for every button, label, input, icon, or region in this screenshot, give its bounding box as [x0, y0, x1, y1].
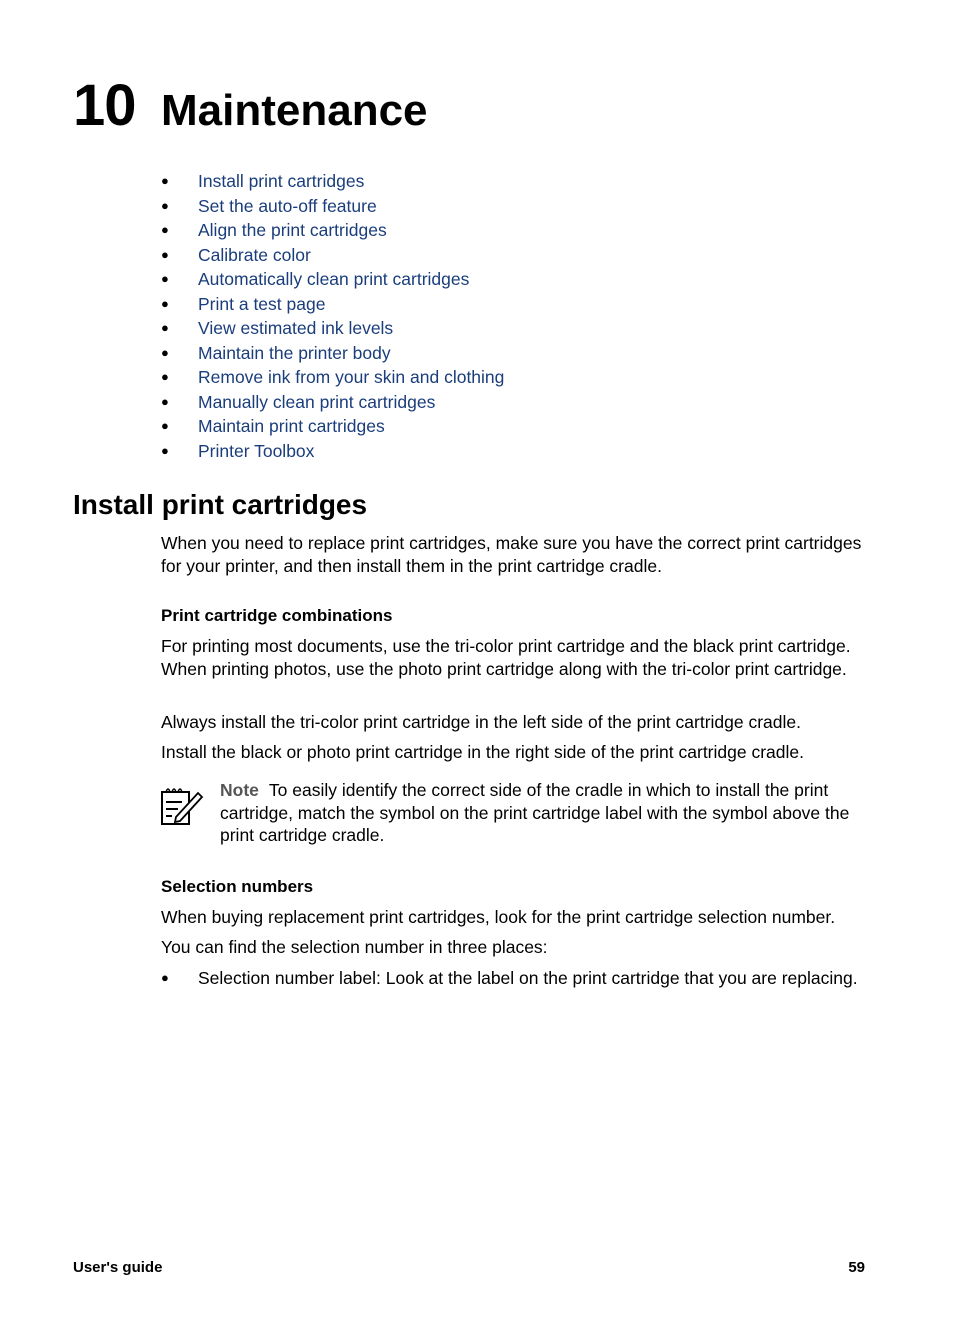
- list-item-text: Selection number label: Look at the labe…: [198, 968, 858, 988]
- toc-item: ● Align the print cartridges: [161, 218, 504, 243]
- toc-link[interactable]: View estimated ink levels: [198, 316, 393, 341]
- toc-item: ● Maintain print cartridges: [161, 414, 504, 439]
- toc-item: ● Print a test page: [161, 292, 504, 317]
- paragraph: Always install the tri-color print cartr…: [161, 712, 802, 732]
- bullet-icon: ●: [161, 320, 169, 335]
- note-text: To easily identify the correct side of t…: [220, 780, 850, 845]
- toc-link[interactable]: Calibrate color: [198, 243, 311, 268]
- note-label: Note: [220, 780, 259, 800]
- selection-list-item: ● Selection number label: Look at the la…: [161, 967, 861, 990]
- toc-link[interactable]: Print a test page: [198, 292, 325, 317]
- bullet-icon: ●: [161, 369, 169, 384]
- toc-item: ● View estimated ink levels: [161, 316, 504, 341]
- paragraph: Install the black or photo print cartrid…: [161, 742, 804, 762]
- toc-link[interactable]: Automatically clean print cartridges: [198, 267, 469, 292]
- chapter-toc: ● Install print cartridges ● Set the auto-…: [161, 169, 504, 463]
- toc-link[interactable]: Manually clean print cartridges: [198, 390, 435, 415]
- chapter-title: Maintenance: [161, 86, 428, 135]
- chapter-heading: 10 Maintenance: [73, 72, 428, 139]
- toc-link[interactable]: Set the auto-off feature: [198, 194, 377, 219]
- bullet-icon: ●: [161, 173, 169, 188]
- toc-item: ● Maintain the printer body: [161, 341, 504, 366]
- toc-link[interactable]: Remove ink from your skin and clothing: [198, 365, 504, 390]
- toc-link[interactable]: Maintain the printer body: [198, 341, 391, 366]
- bullet-icon: ●: [161, 222, 169, 237]
- bullet-icon: ●: [161, 271, 169, 286]
- toc-item: ● Calibrate color: [161, 243, 504, 268]
- bullet-icon: ●: [161, 970, 169, 985]
- bullet-icon: ●: [161, 442, 169, 458]
- note-callout: Note To easily identify the correct side …: [220, 779, 860, 847]
- toc-item: ● Install print cartridges: [161, 169, 504, 194]
- bullet-icon: ●: [161, 393, 169, 409]
- footer-guide-label: User's guide: [73, 1259, 163, 1276]
- chapter-number: 10: [73, 73, 137, 138]
- section-title: Install print cartridges: [73, 489, 368, 520]
- paragraph: When buying replacement print cartridges…: [161, 907, 836, 927]
- toc-link[interactable]: Align the print cartridges: [198, 218, 387, 243]
- bullet-icon: ●: [161, 344, 169, 360]
- bullet-icon: ●: [161, 295, 169, 311]
- toc-item: ● Automatically clean print cartridges: [161, 267, 504, 292]
- bullet-icon: ●: [161, 197, 169, 213]
- toc-link[interactable]: Printer Toolbox: [198, 439, 314, 464]
- note-icon: [161, 788, 204, 825]
- toc-item: ● Printer Toolbox: [161, 439, 504, 464]
- paragraph: You can find the selection number in thr…: [161, 937, 548, 957]
- toc-link[interactable]: Install print cartridges: [198, 169, 364, 194]
- toc-item: ● Manually clean print cartridges: [161, 390, 504, 415]
- page-number: 59: [848, 1259, 865, 1276]
- toc-item: ● Set the auto-off feature: [161, 194, 504, 219]
- toc-link[interactable]: Maintain print cartridges: [198, 414, 385, 439]
- subsection-title-combinations: Print cartridge combinations: [161, 606, 393, 625]
- paragraph: For printing most documents, use the tri…: [161, 636, 851, 679]
- bullet-icon: ●: [161, 418, 169, 433]
- subsection-title-selection: Selection numbers: [161, 877, 314, 896]
- section-intro: When you need to replace print cartridge…: [161, 533, 862, 576]
- bullet-icon: ●: [161, 246, 169, 262]
- toc-item: ● Remove ink from your skin and clothing: [161, 365, 504, 390]
